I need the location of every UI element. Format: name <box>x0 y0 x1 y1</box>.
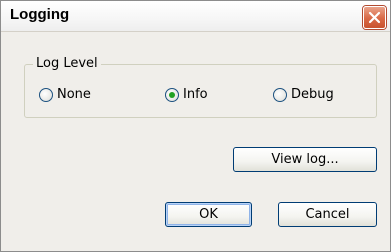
radio-debug-label[interactable]: Debug <box>291 87 334 102</box>
window-title: Logging <box>10 6 70 23</box>
log-level-label: Log Level <box>33 56 101 71</box>
cancel-button[interactable]: Cancel <box>278 202 377 227</box>
logging-dialog: Logging Log Level None Info Debug View l… <box>0 0 391 252</box>
title-bar[interactable]: Logging <box>1 1 390 32</box>
radio-circle[interactable] <box>39 88 53 102</box>
radio-none-label[interactable]: None <box>57 87 91 102</box>
radio-circle[interactable] <box>165 88 179 102</box>
view-log-button[interactable]: View log... <box>233 147 377 172</box>
ok-button[interactable]: OK <box>165 202 252 227</box>
radio-info-label[interactable]: Info <box>183 87 208 102</box>
close-button[interactable] <box>363 6 386 29</box>
radio-selected-dot <box>169 92 175 98</box>
radio-circle[interactable] <box>273 88 287 102</box>
close-x-icon <box>368 11 381 24</box>
